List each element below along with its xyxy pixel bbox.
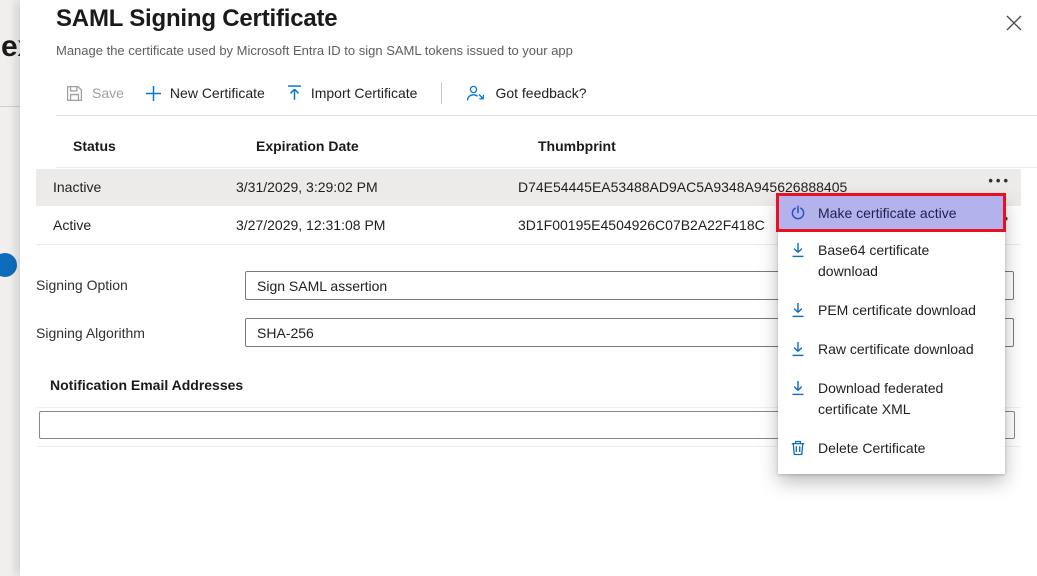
menu-item-pem-download[interactable]: PEM certificate download	[778, 291, 1005, 330]
signing-algorithm-value: SHA-256	[257, 325, 314, 341]
signing-algorithm-label: Signing Algorithm	[36, 325, 145, 341]
toolbar-divider	[56, 115, 1037, 116]
menu-item-download-federated-xml[interactable]: Download federated certificate XML	[778, 369, 1005, 429]
menu-item-label: Download federated certificate XML	[818, 378, 993, 420]
column-header-status: Status	[73, 138, 116, 154]
power-icon	[790, 205, 806, 221]
table-header-divider	[56, 167, 1037, 168]
menu-item-make-certificate-active[interactable]: Make certificate active	[778, 195, 1005, 231]
signing-option-value: Sign SAML assertion	[257, 278, 387, 294]
menu-item-label: Raw certificate download	[818, 339, 993, 360]
menu-item-label: PEM certificate download	[818, 300, 993, 321]
background-page: ex	[0, 0, 20, 576]
menu-item-label: Delete Certificate	[818, 438, 993, 459]
feedback-person-icon	[466, 85, 486, 102]
plus-icon	[146, 86, 161, 101]
download-icon	[790, 341, 806, 357]
upload-icon	[287, 85, 302, 101]
download-icon	[790, 380, 806, 396]
import-certificate-button[interactable]: Import Certificate	[287, 85, 418, 101]
toolbar: Save New Certificate Import Certificate	[66, 80, 587, 106]
save-label: Save	[92, 85, 124, 101]
new-certificate-button[interactable]: New Certificate	[146, 85, 265, 101]
expiration-cell: 3/27/2029, 12:31:08 PM	[236, 217, 385, 233]
page-title: SAML Signing Certificate	[56, 5, 337, 33]
expiration-cell: 3/31/2029, 3:29:02 PM	[236, 179, 378, 195]
column-header-thumbprint: Thumbprint	[538, 138, 616, 154]
status-cell: Active	[53, 217, 91, 233]
got-feedback-button[interactable]: Got feedback?	[466, 85, 586, 102]
thumbprint-cell: 3D1F00195E4504926C07B2A22F418C	[518, 217, 765, 233]
menu-item-raw-download[interactable]: Raw certificate download	[778, 330, 1005, 369]
save-button[interactable]: Save	[66, 85, 124, 102]
menu-item-label: Base64 certificate download	[818, 240, 993, 282]
download-icon	[790, 242, 806, 258]
trash-icon	[790, 440, 806, 456]
got-feedback-label: Got feedback?	[495, 85, 586, 101]
menu-item-label: Make certificate active	[818, 203, 993, 224]
menu-item-delete-certificate[interactable]: Delete Certificate	[778, 429, 1005, 468]
background-info-icon	[0, 253, 17, 277]
context-menu: Make certificate active Base64 certifica…	[778, 195, 1005, 474]
new-certificate-label: New Certificate	[170, 85, 265, 101]
background-divider	[0, 106, 20, 107]
menu-item-base64-download[interactable]: Base64 certificate download	[778, 231, 1005, 291]
status-cell: Inactive	[53, 179, 101, 195]
save-icon	[66, 85, 83, 102]
close-icon[interactable]	[1005, 11, 1029, 35]
more-options-icon[interactable]: •••	[988, 173, 1011, 188]
thumbprint-cell: D74E54445EA53488AD9AC5A9348A945626888405	[518, 179, 847, 195]
toolbar-separator	[441, 82, 442, 104]
notification-email-label: Notification Email Addresses	[50, 377, 243, 393]
import-certificate-label: Import Certificate	[311, 85, 418, 101]
screen: ex SAML Signing Certificate Manage the c…	[0, 0, 1037, 576]
column-header-expiration: Expiration Date	[256, 138, 359, 154]
signing-option-label: Signing Option	[36, 277, 128, 293]
page-subtitle: Manage the certificate used by Microsoft…	[56, 43, 573, 58]
download-icon	[790, 302, 806, 318]
